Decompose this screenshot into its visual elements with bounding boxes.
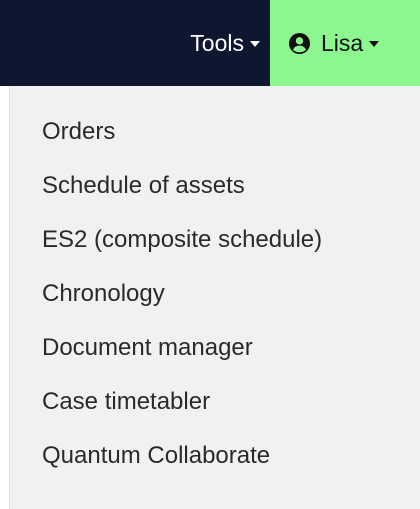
menu-item-orders[interactable]: Orders [42,114,322,158]
menu-item-chronology[interactable]: Chronology [42,276,322,320]
dropdown-menu-list: Orders Schedule of assets ES2 (composite… [42,114,322,492]
menu-item-schedule-of-assets[interactable]: Schedule of assets [42,168,322,212]
top-navbar: Tools Lisa [0,0,420,86]
user-circle-icon [288,32,311,55]
menu-item-case-timetabler[interactable]: Case timetabler [42,384,322,428]
tools-dropdown-menu: Orders Schedule of assets ES2 (composite… [9,86,420,509]
menu-item-document-manager[interactable]: Document manager [42,330,322,374]
caret-down-icon [250,41,260,47]
tools-menu-button[interactable]: Tools [148,0,270,86]
tools-label: Tools [190,29,244,56]
user-menu-button[interactable]: Lisa [270,0,420,86]
menu-item-quantum-collaborate[interactable]: Quantum Collaborate [42,438,322,482]
caret-down-icon [369,41,380,47]
menu-item-es2[interactable]: ES2 (composite schedule) [42,222,322,266]
user-label: Lisa [321,29,364,56]
